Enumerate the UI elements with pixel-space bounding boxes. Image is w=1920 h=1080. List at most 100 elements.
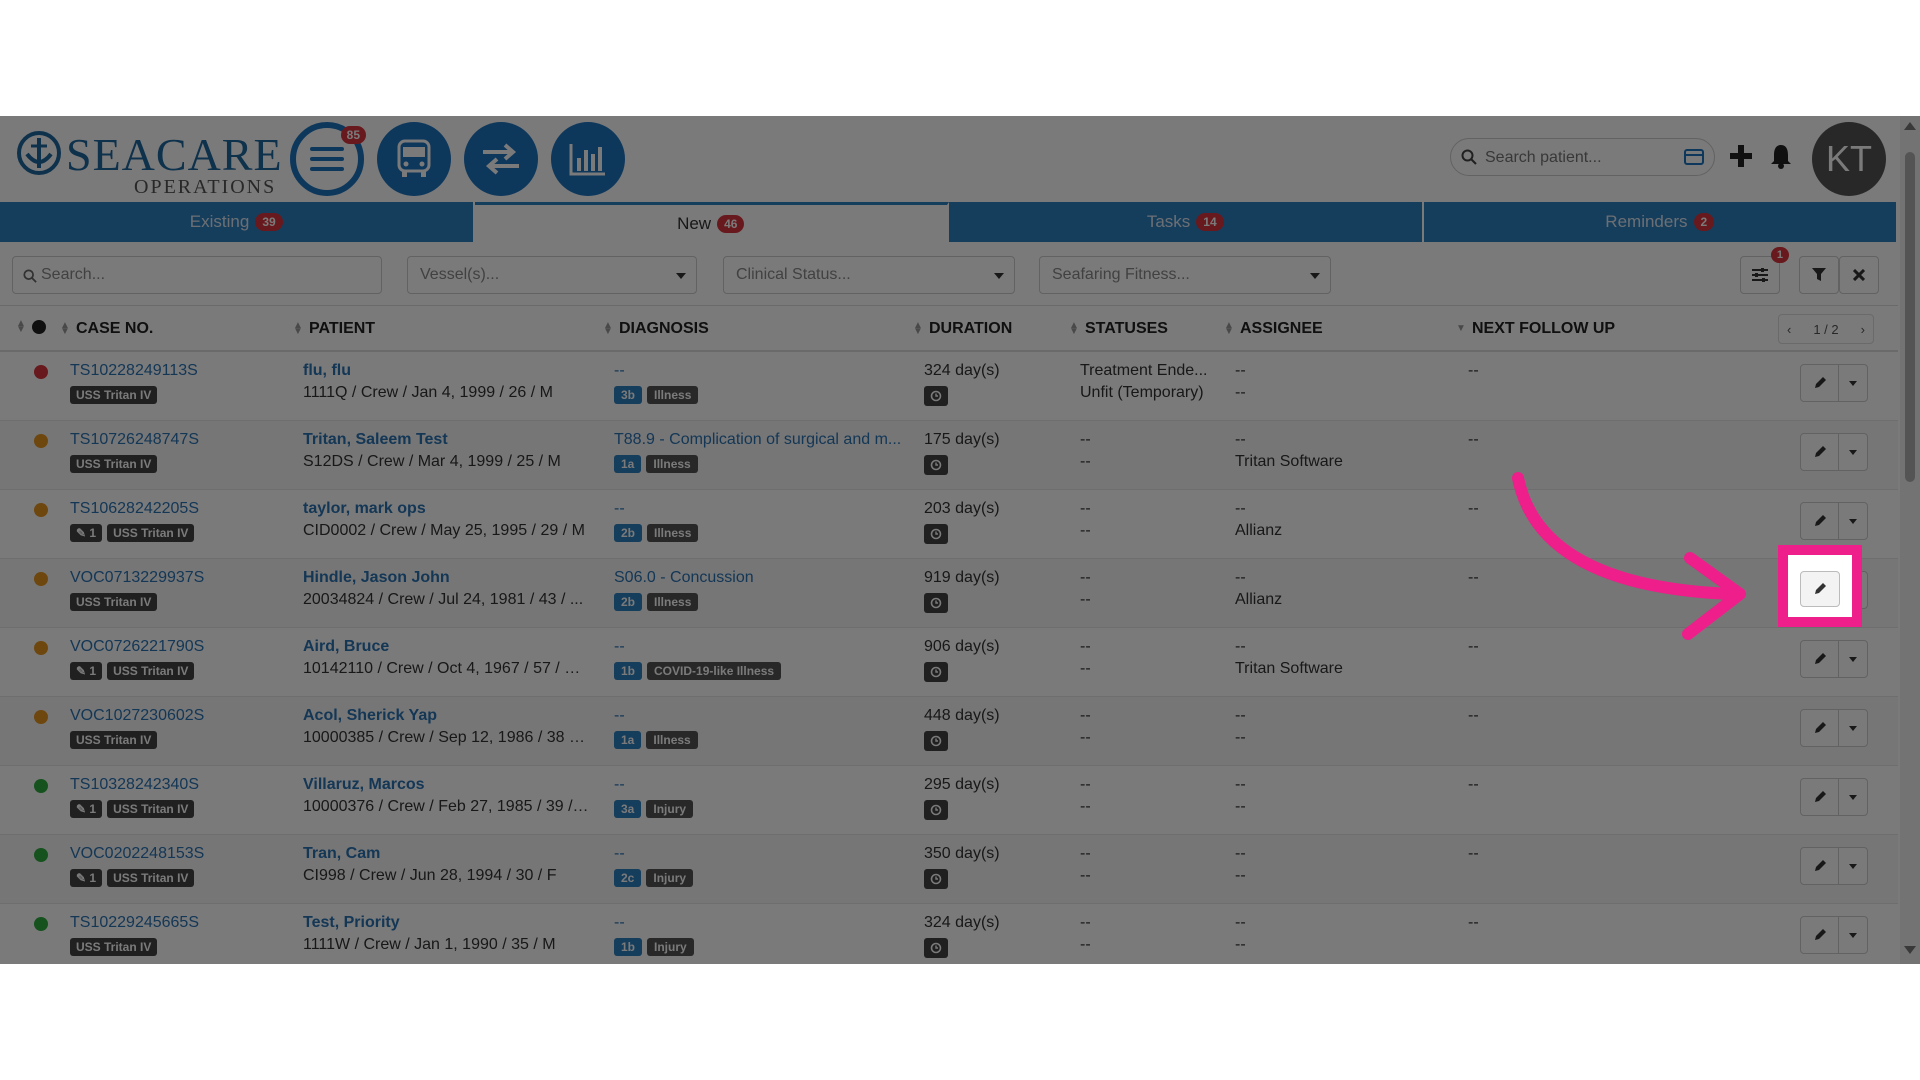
diagnosis-text[interactable]: -- — [614, 776, 906, 794]
vessels-select[interactable]: Vessel(s)... — [407, 256, 697, 294]
add-button[interactable] — [1726, 138, 1756, 174]
case-number-link[interactable]: TS10726248747S — [70, 431, 199, 449]
reports-button[interactable] — [551, 122, 625, 196]
diagnosis-text[interactable]: -- — [614, 845, 906, 863]
edit-button[interactable] — [1801, 365, 1839, 401]
table-row[interactable]: VOC1027230602S USS Tritan IV Acol, Sherick… — [0, 697, 1898, 766]
row-menu-dropdown[interactable] — [1839, 503, 1867, 539]
prev-page-button[interactable]: ‹ — [1787, 322, 1791, 337]
statuses-column-header[interactable]: ▲ ▼ STATUSES — [1069, 320, 1168, 338]
table-row[interactable]: TS10228249113S USS Tritan IV flu, flu 1111Q… — [0, 352, 1898, 421]
transfer-button[interactable] — [464, 122, 538, 196]
row-menu-dropdown[interactable] — [1839, 779, 1867, 815]
table-row[interactable]: TS10328242340S ✎ 1 USS Tritan IV Villaruz, … — [0, 766, 1898, 835]
edit-button[interactable] — [1800, 571, 1840, 607]
case-number-link[interactable]: VOC0726221790S — [70, 638, 204, 656]
diagnosis-text[interactable]: -- — [614, 914, 906, 932]
chevron-down-icon — [676, 273, 686, 279]
case-number-link[interactable]: VOC0713229937S — [70, 569, 204, 587]
tab-reminders[interactable]: Reminders 2 — [1423, 202, 1898, 242]
row-menu-dropdown[interactable] — [1839, 641, 1867, 677]
case-number-link[interactable]: TS10328242340S — [70, 776, 199, 794]
clock-icon[interactable] — [924, 869, 948, 889]
clock-icon[interactable] — [924, 455, 948, 475]
case-number-link[interactable]: VOC1027230602S — [70, 707, 204, 725]
case-number-link[interactable]: TS10228249113S — [70, 362, 198, 380]
patient-column-header[interactable]: ▲ ▼ PATIENT — [293, 320, 375, 338]
clock-icon[interactable] — [924, 524, 948, 544]
case-tags: ✎ 1 USS Tritan IV — [70, 662, 195, 680]
diagnosis-text[interactable]: S06.0 - Concussion — [614, 569, 906, 587]
diagnosis-text[interactable]: T88.9 - Complication of surgical and m..… — [614, 431, 906, 449]
tab-tasks[interactable]: Tasks 14 — [949, 202, 1424, 242]
table-row[interactable]: VOC0202248153S ✎ 1 USS Tritan IV Tran, Cam C… — [0, 835, 1898, 904]
clock-icon[interactable] — [924, 731, 948, 751]
row-menu-dropdown[interactable] — [1839, 710, 1867, 746]
patient-name-link[interactable]: Tran, Cam — [303, 845, 380, 863]
patient-name-link[interactable]: Acol, Sherick Yap — [303, 707, 437, 725]
clock-glyph — [930, 459, 942, 471]
filter-button[interactable] — [1799, 256, 1839, 294]
followup-column-header[interactable]: ▼ NEXT FOLLOW UP — [1456, 320, 1615, 338]
clinical-status-select[interactable]: Clinical Status... — [723, 256, 1015, 294]
search-patient-box[interactable] — [1450, 138, 1715, 176]
user-avatar[interactable]: KT — [1812, 122, 1886, 196]
assignee-secondary: Allianz — [1235, 522, 1283, 539]
highlighted-edit-button[interactable] — [1778, 545, 1862, 627]
diagnosis-text[interactable]: -- — [614, 638, 906, 656]
edit-button[interactable] — [1801, 710, 1839, 746]
clock-icon[interactable] — [924, 800, 948, 820]
edit-button[interactable] — [1801, 503, 1839, 539]
vertical-scrollbar[interactable] — [1900, 116, 1920, 964]
table-row[interactable]: TS10229245665S USS Tritan IV Test, Priorit… — [0, 904, 1898, 964]
patient-name-link[interactable]: Test, Priority — [303, 914, 400, 932]
case-number-link[interactable]: TS10229245665S — [70, 914, 199, 932]
tab-new[interactable]: New 46 — [474, 202, 949, 242]
type-badge: COVID-19-like Illness — [647, 662, 782, 680]
clock-icon[interactable] — [924, 386, 948, 406]
case-number-link[interactable]: VOC0202248153S — [70, 845, 204, 863]
edit-button[interactable] — [1801, 641, 1839, 677]
tab-existing[interactable]: Existing 39 — [0, 202, 475, 242]
case-number-link[interactable]: TS10628242205S — [70, 500, 199, 518]
edit-button[interactable] — [1801, 848, 1839, 884]
case-column-header[interactable]: ▲ ▼ CASE NO. — [60, 320, 153, 338]
seafaring-fitness-select[interactable]: Seafaring Fitness... — [1039, 256, 1331, 294]
diagnosis-text[interactable]: -- — [614, 707, 906, 725]
next-page-button[interactable]: › — [1861, 322, 1865, 337]
edit-button[interactable] — [1801, 434, 1839, 470]
seacare-logo[interactable]: SEACARE OPERATIONS — [14, 126, 284, 198]
scroll-up-icon[interactable] — [1904, 122, 1916, 130]
row-menu-dropdown[interactable] — [1839, 848, 1867, 884]
menu-button[interactable]: 85 — [290, 122, 366, 196]
clock-icon[interactable] — [924, 662, 948, 682]
transport-button[interactable] — [377, 122, 451, 196]
status-column-header[interactable]: ▲ ▼ — [16, 319, 46, 335]
row-menu-dropdown[interactable] — [1839, 917, 1867, 953]
clear-filters-button[interactable] — [1839, 256, 1879, 294]
assignee-column-header[interactable]: ▲ ▼ ASSIGNEE — [1224, 320, 1323, 338]
diagnosis-column-header[interactable]: ▲ ▼ DIAGNOSIS — [603, 320, 709, 338]
scroll-down-icon[interactable] — [1904, 946, 1916, 954]
edit-button[interactable] — [1801, 779, 1839, 815]
patient-name-link[interactable]: flu, flu — [303, 362, 351, 380]
diagnosis-text[interactable]: -- — [614, 500, 906, 518]
patient-name-link[interactable]: Aird, Bruce — [303, 638, 389, 656]
duration-column-header[interactable]: ▲ ▼ DURATION — [913, 320, 1012, 338]
edit-button[interactable] — [1801, 917, 1839, 953]
clock-icon[interactable] — [924, 938, 948, 958]
row-menu-dropdown[interactable] — [1839, 434, 1867, 470]
search-patient-input[interactable] — [1485, 145, 1665, 171]
scrollbar-thumb[interactable] — [1905, 152, 1915, 482]
clock-icon[interactable] — [924, 593, 948, 613]
patient-name-link[interactable]: Hindle, Jason John — [303, 569, 450, 587]
notifications-button[interactable] — [1766, 138, 1796, 174]
patient-name-link[interactable]: Villaruz, Marcos — [303, 776, 425, 794]
patient-name-link[interactable]: Tritan, Saleem Test — [303, 431, 448, 449]
column-settings-button[interactable]: 1 — [1740, 247, 1789, 294]
row-menu-dropdown[interactable] — [1839, 365, 1867, 401]
id-card-icon[interactable] — [1684, 149, 1704, 165]
patient-name-link[interactable]: taylor, mark ops — [303, 500, 426, 518]
case-search-input[interactable]: Search... — [12, 256, 382, 294]
diagnosis-text[interactable]: -- — [614, 362, 906, 380]
